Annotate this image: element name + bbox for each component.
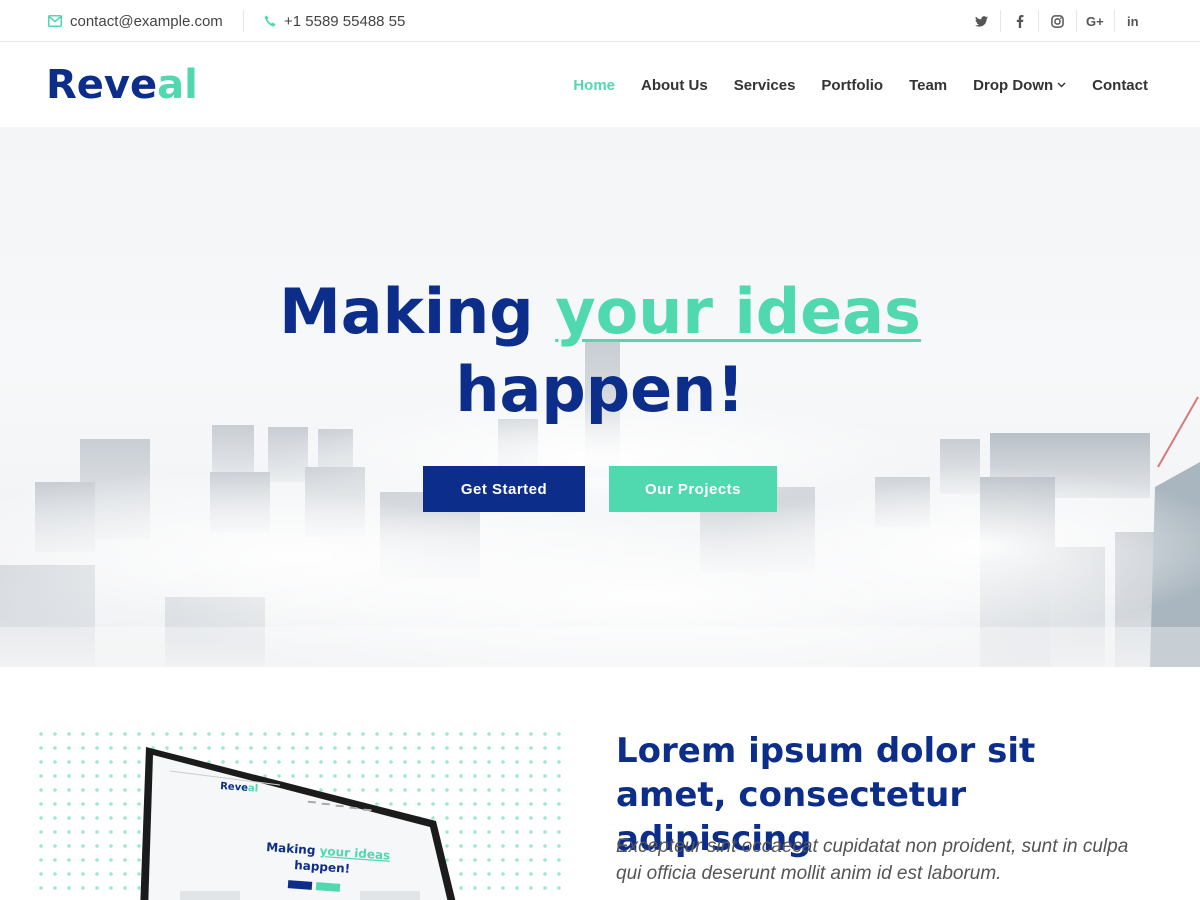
about-section: Reveal Making your ideas happen! Lorem i…: [0, 667, 1200, 900]
chevron-down-icon: [1057, 82, 1066, 88]
site-logo[interactable]: Reveal: [46, 61, 198, 109]
phone-icon: [264, 15, 276, 27]
nav-item-drop-down[interactable]: Drop Down: [973, 77, 1066, 94]
hero-title-highlight: your ideas: [555, 275, 921, 348]
contact-email[interactable]: contact@example.com: [48, 0, 223, 42]
hero-section: Making your ideas happen! Get Started Ou…: [0, 127, 1200, 667]
nav-item-contact[interactable]: Contact: [1092, 77, 1148, 94]
nav-item-team[interactable]: Team: [909, 77, 947, 94]
contact-email-text: contact@example.com: [70, 12, 223, 30]
top-bar: contact@example.com +1 5589 55488 55 G+ …: [0, 0, 1200, 42]
hero-title: Making your ideas happen!: [0, 273, 1200, 429]
get-started-button[interactable]: Get Started: [423, 466, 585, 512]
nav-item-about-us[interactable]: About Us: [641, 77, 708, 94]
laptop-mockup-image: Reveal Making your ideas happen!: [140, 747, 456, 900]
facebook-icon[interactable]: [1000, 10, 1038, 32]
nav-item-services[interactable]: Services: [734, 77, 796, 94]
logo-accent-text: al: [157, 62, 198, 108]
nav-item-portfolio[interactable]: Portfolio: [821, 77, 883, 94]
twitter-icon[interactable]: [962, 10, 1000, 32]
contact-phone[interactable]: +1 5589 55488 55: [264, 0, 405, 42]
hero-title-part1: Making: [279, 275, 556, 348]
site-header: Reveal Home About Us Services Portfolio …: [0, 43, 1200, 127]
envelope-icon: [48, 15, 62, 27]
logo-main-text: Reve: [46, 62, 158, 108]
linkedin-icon[interactable]: in: [1114, 10, 1152, 32]
nav-item-drop-down-label: Drop Down: [973, 76, 1054, 94]
main-nav: Home About Us Services Portfolio Team Dr…: [547, 43, 1148, 127]
svg-text:G+: G+: [1086, 15, 1104, 27]
social-links: G+ in: [962, 0, 1152, 42]
our-projects-button[interactable]: Our Projects: [609, 466, 777, 512]
nav-item-home[interactable]: Home: [573, 77, 615, 94]
contact-phone-text: +1 5589 55488 55: [284, 12, 406, 30]
topbar-divider: [243, 10, 244, 32]
svg-text:in: in: [1127, 15, 1139, 27]
google-plus-icon[interactable]: G+: [1076, 10, 1114, 32]
about-description: Excepteur sint occaecat cupidatat non pr…: [616, 836, 1129, 884]
instagram-icon[interactable]: [1038, 10, 1076, 32]
hero-title-part2: happen!: [455, 353, 745, 426]
